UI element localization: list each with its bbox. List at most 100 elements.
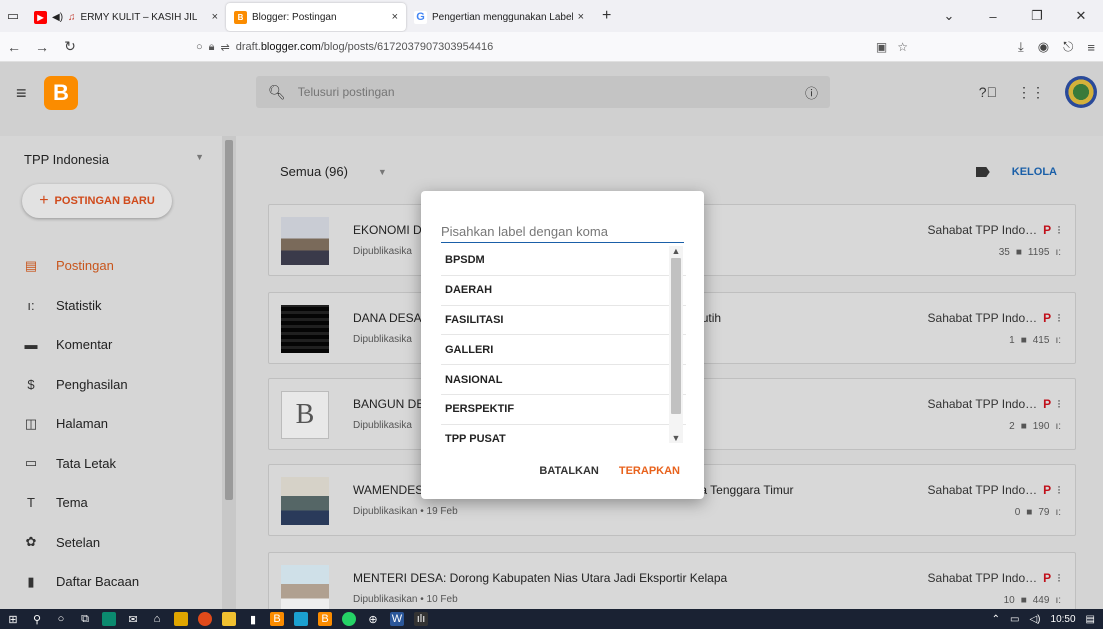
label-option[interactable]: BPSDM: [441, 246, 686, 276]
post-title[interactable]: WAMENDESelurahan se Nusa Tenggara Timur: [353, 483, 794, 497]
maximize-button[interactable]: ❐: [1015, 8, 1059, 24]
post-row[interactable]: MENTERI DESA: Dorong Kabupaten Nias Utar…: [268, 552, 1076, 609]
more-vert-icon[interactable]: ⁝: [1057, 397, 1061, 411]
file-icon[interactable]: ▮: [246, 612, 260, 626]
more-vert-icon[interactable]: ⁝: [1057, 311, 1061, 325]
pinterest-icon[interactable]: P: [1043, 223, 1051, 237]
sidebar-item-daftar-bacaan[interactable]: ▮ Daftar Bacaan: [0, 562, 222, 602]
blogger-taskbar-icon[interactable]: B: [270, 612, 284, 626]
notification-icon[interactable]: ▤: [1086, 614, 1095, 625]
app-icon[interactable]: [222, 612, 236, 626]
store-icon[interactable]: ⌂: [150, 612, 164, 626]
label-option[interactable]: FASILITASI: [441, 306, 686, 336]
chevron-up-icon[interactable]: ⌃: [992, 614, 1000, 625]
blogger-taskbar-icon[interactable]: B: [318, 612, 332, 626]
chevron-down-icon[interactable]: ⌄: [927, 8, 971, 24]
clock-time[interactable]: 10:50: [1051, 614, 1076, 625]
sidebar-item-statistik[interactable]: ı: Statistik: [0, 286, 222, 326]
label-option[interactable]: TPP PUSAT: [441, 425, 686, 443]
more-vert-icon[interactable]: ⁝: [1057, 483, 1061, 497]
speaker-icon[interactable]: ◀): [52, 12, 63, 23]
download-icon[interactable]: ⤓: [1018, 39, 1024, 55]
label-option[interactable]: DAERAH: [441, 276, 686, 306]
whatsapp-icon[interactable]: [342, 612, 356, 626]
scrollbar-thumb[interactable]: [671, 258, 681, 414]
menu-icon[interactable]: ≡: [16, 83, 36, 104]
post-title[interactable]: DANA DESAsi Desa Merah Putih: [353, 311, 721, 325]
account-icon[interactable]: ◉: [1038, 39, 1049, 55]
mail-icon[interactable]: ✉: [126, 612, 140, 626]
scroll-up-icon[interactable]: ▲: [669, 246, 683, 256]
windows-start-icon[interactable]: ⊞: [6, 612, 20, 626]
avatar[interactable]: [1065, 76, 1097, 108]
file-explorer-icon[interactable]: [174, 612, 188, 626]
word-icon[interactable]: W: [390, 612, 404, 626]
app-icon[interactable]: [294, 612, 308, 626]
manage-labels-button[interactable]: KELOLA: [975, 166, 1057, 178]
close-icon[interactable]: ×: [212, 11, 218, 23]
close-window-button[interactable]: ✕: [1059, 8, 1103, 24]
label-option[interactable]: NASIONAL: [441, 365, 686, 395]
post-title[interactable]: BANGUN DEung Tombok: [353, 397, 678, 411]
search-icon[interactable]: 🔍︎: [268, 84, 286, 101]
post-title[interactable]: MENTERI DESA: Dorong Kabupaten Nias Utar…: [353, 571, 727, 585]
post-filter[interactable]: Semua (96) ▼: [280, 164, 387, 179]
info-icon[interactable]: ⓘ: [805, 83, 818, 102]
label-input[interactable]: [441, 221, 684, 243]
more-vert-icon[interactable]: ⁝: [1057, 223, 1061, 237]
address-bar[interactable]: ○ 🔒︎ ⇌ draft.blogger.com/blog/posts/6172…: [196, 35, 908, 59]
lock-icon[interactable]: 🔒︎: [209, 41, 215, 54]
task-view-icon[interactable]: ⧉: [78, 612, 92, 626]
forward-arrow-icon[interactable]: →: [28, 39, 56, 55]
audio-app-icon[interactable]: ılı: [414, 612, 428, 626]
sidebar-item-setelan[interactable]: ✿ Setelan: [0, 523, 222, 563]
browser-tab[interactable]: G Pengertian menggunakan Label ×: [406, 3, 592, 31]
help-icon[interactable]: ?⃝: [979, 84, 997, 100]
globe-icon[interactable]: ⊕: [366, 612, 380, 626]
label-list-scrollbar[interactable]: ▲ ▼: [669, 246, 683, 443]
scrollbar-thumb[interactable]: [225, 140, 233, 500]
hamburger-menu-icon[interactable]: ≡: [1087, 40, 1095, 55]
pinterest-icon[interactable]: P: [1043, 397, 1051, 411]
cortana-icon[interactable]: ○: [54, 612, 68, 626]
bookmark-star-icon[interactable]: ☆: [897, 40, 908, 54]
reload-icon[interactable]: ↻: [56, 38, 84, 55]
post-title[interactable]: EKONOMI Dsi: [353, 223, 622, 237]
search-icon[interactable]: ⚲: [30, 612, 44, 626]
new-tab-button[interactable]: +: [592, 7, 621, 25]
browser-tab[interactable]: ▶ ◀) ♫ ERMY KULIT – KASIH JIL ×: [26, 3, 226, 31]
search-input[interactable]: [297, 85, 793, 99]
close-icon[interactable]: ×: [578, 11, 584, 23]
volume-icon[interactable]: ◁): [1029, 614, 1040, 625]
reader-view-icon[interactable]: ▣: [876, 40, 887, 54]
sidebar-item-tema[interactable]: T Tema: [0, 483, 222, 523]
firefox-icon[interactable]: [198, 612, 212, 626]
sidebar-item-postingan[interactable]: ▤ Postingan: [0, 246, 222, 286]
back-arrow-icon[interactable]: ←: [0, 39, 28, 55]
edge-icon[interactable]: [102, 612, 116, 626]
sidebar-item-halaman[interactable]: ◫ Halaman: [0, 404, 222, 444]
sidebar-item-tata-letak[interactable]: ▭ Tata Letak: [0, 444, 222, 484]
blogger-logo[interactable]: B: [44, 76, 78, 110]
shield-icon[interactable]: ○: [196, 41, 203, 53]
close-icon[interactable]: ×: [392, 11, 398, 23]
blog-selector[interactable]: TPP Indonesia ▼: [24, 152, 204, 167]
browser-tab-active[interactable]: B Blogger: Postingan ×: [226, 3, 406, 31]
pinterest-icon[interactable]: P: [1043, 483, 1051, 497]
permissions-icon[interactable]: ⇌: [221, 41, 230, 54]
sidebar-item-penghasilan[interactable]: $ Penghasilan: [0, 365, 222, 405]
new-post-button[interactable]: + POSTINGAN BARU: [22, 184, 172, 218]
cancel-button[interactable]: BATALKAN: [539, 465, 598, 477]
pinterest-icon[interactable]: P: [1043, 571, 1051, 585]
pinterest-icon[interactable]: P: [1043, 311, 1051, 325]
network-icon[interactable]: ▭: [1010, 614, 1019, 625]
apps-grid-icon[interactable]: ⋮⋮: [1017, 84, 1045, 101]
sidebar-scrollbar[interactable]: [222, 136, 236, 609]
sidebar-item-komentar[interactable]: ▬ Komentar: [0, 325, 222, 365]
label-option[interactable]: PERSPEKTIF: [441, 395, 686, 425]
share-icon[interactable]: ⎋: [1063, 39, 1073, 55]
minimize-button[interactable]: –: [971, 9, 1015, 24]
scroll-down-icon[interactable]: ▼: [669, 433, 683, 443]
label-option[interactable]: GALLERI: [441, 335, 686, 366]
tab-list-icon[interactable]: ▭: [0, 0, 26, 32]
